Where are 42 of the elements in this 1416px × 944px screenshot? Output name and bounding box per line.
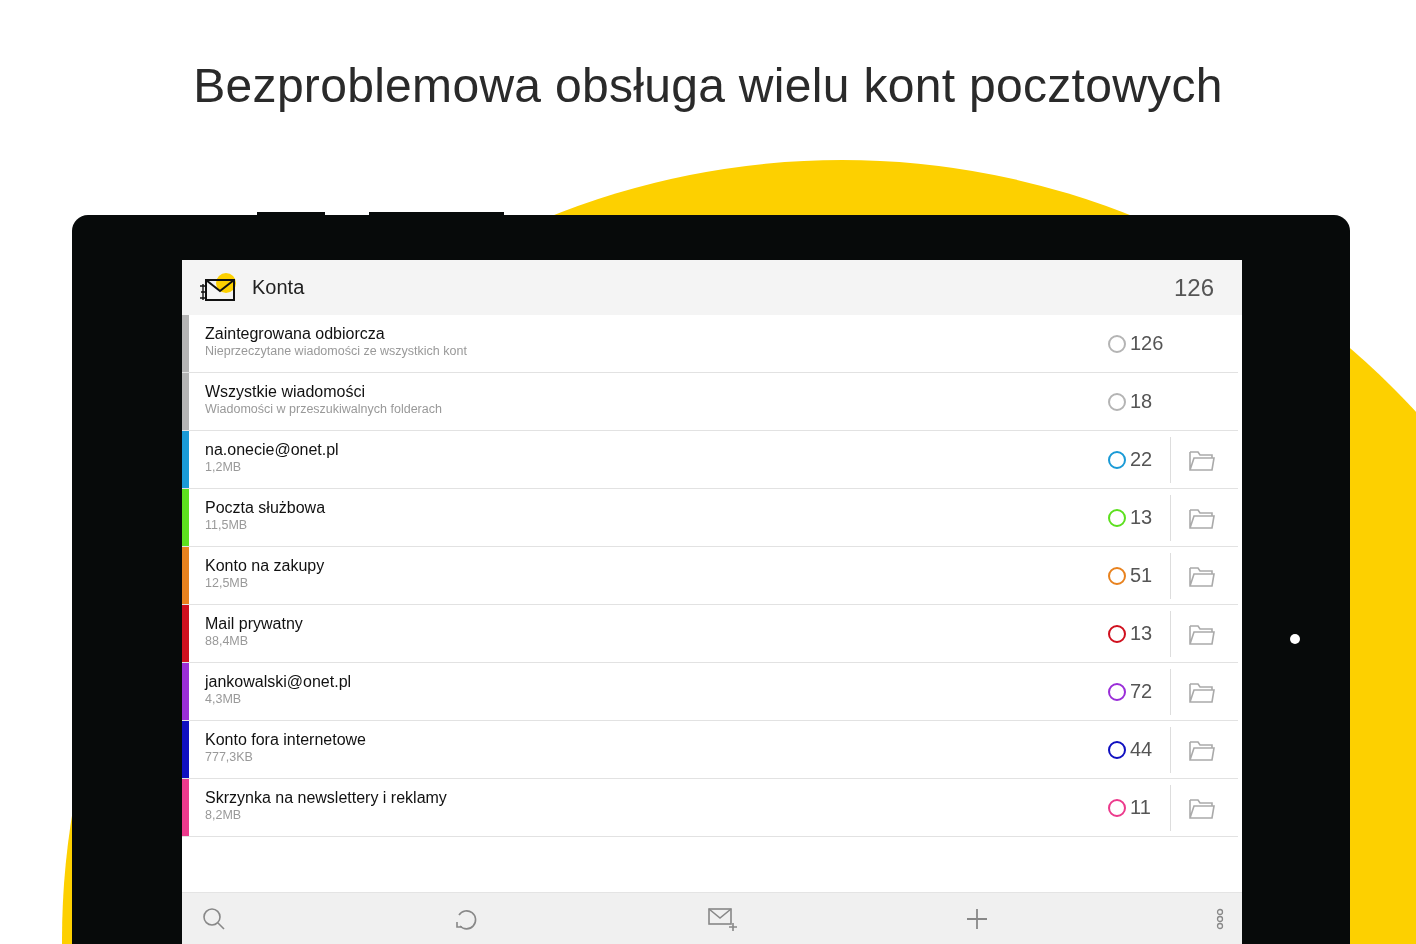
account-detail: 12,5MB	[205, 576, 250, 590]
camera-dot	[1290, 634, 1300, 644]
header-title: Konta	[252, 276, 306, 299]
unread-count: 13	[1130, 506, 1154, 529]
unread-count: 72	[1130, 680, 1154, 703]
account-detail: 8,2MB	[205, 808, 243, 822]
unread-count: 11	[1130, 796, 1152, 819]
account-name[interactable]: Poczta służbowa	[205, 499, 1108, 517]
folder-icon[interactable]	[1189, 448, 1215, 471]
account-detail: Wiadomości w przeszukiwalnych folderach	[205, 402, 443, 416]
headline: Bezproblemowa obsługa wielu kont pocztowych	[192, 58, 1224, 114]
account-name[interactable]: Wszystkie wiadomości	[205, 383, 1108, 401]
account-detail: 777,3KB	[205, 750, 254, 764]
account-detail: 11,5MB	[205, 518, 249, 532]
account-detail: 88,4MB	[205, 634, 250, 648]
more-options-icon[interactable]	[1216, 907, 1224, 930]
account-name[interactable]: Konto na zakupy	[205, 557, 1108, 575]
folder-icon[interactable]	[1189, 738, 1215, 761]
unread-count: 18	[1130, 390, 1154, 413]
account-detail: 1,2MB	[205, 460, 243, 474]
account-name[interactable]: Zaintegrowana odbiorcza	[205, 325, 1108, 343]
account-name[interactable]: Konto fora internetowe	[205, 731, 1108, 749]
folder-icon[interactable]	[1189, 680, 1215, 703]
unread-count: 13	[1130, 622, 1154, 645]
unread-count: 44	[1130, 738, 1154, 761]
account-detail: Nieprzeczytane wiadomości ze wszystkich kont	[205, 344, 468, 358]
folder-icon[interactable]	[1189, 506, 1215, 529]
folder-icon[interactable]	[1189, 564, 1215, 587]
unread-count: 126	[1130, 332, 1165, 355]
compose-mail-icon[interactable]	[708, 905, 738, 932]
total-count: 126	[1173, 273, 1214, 302]
unread-count: 51	[1130, 564, 1154, 587]
search-icon[interactable]	[202, 906, 226, 931]
folder-icon[interactable]	[1189, 796, 1215, 819]
add-icon[interactable]	[966, 907, 988, 930]
account-name[interactable]: Skrzynka na newslettery i reklamy	[205, 789, 1108, 807]
unread-count: 22	[1130, 448, 1154, 471]
folder-icon[interactable]	[1189, 622, 1215, 645]
account-detail: 4,3MB	[205, 692, 243, 706]
account-name[interactable]: Mail prywatny	[205, 615, 1108, 633]
account-name[interactable]: na.onecie@onet.pl	[205, 441, 1108, 459]
account-name[interactable]: jankowalski@onet.pl	[205, 673, 1108, 691]
